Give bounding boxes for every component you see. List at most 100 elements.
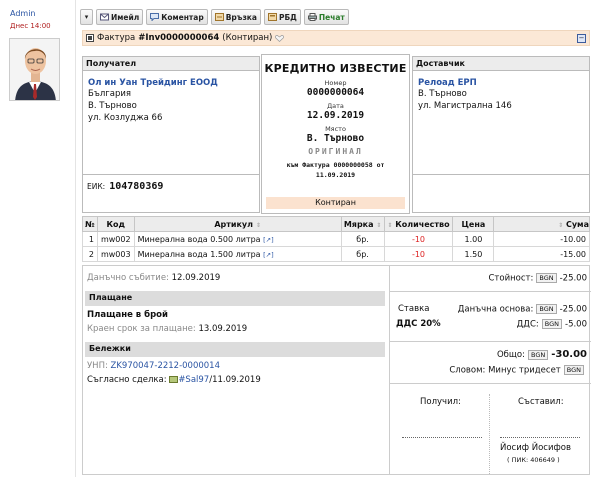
place-value: В. Търново <box>306 133 365 144</box>
col-header-unit[interactable]: Мярка ⇕ <box>340 216 385 232</box>
main-content: ▾ Имейл Коментар Връзка РБД Печат Фактур… <box>80 0 598 477</box>
deal-date: /11.09.2019 <box>209 375 261 385</box>
number-label: Номер <box>324 79 347 87</box>
col-header-sum-label: Сума <box>565 219 589 229</box>
printer-icon <box>307 13 317 21</box>
author-name-link[interactable]: Admin <box>10 9 36 18</box>
recipient-city: В. Търново <box>88 101 137 111</box>
base-label: Данъчна основа: <box>457 304 534 315</box>
more-options-button[interactable]: ▾ <box>80 9 93 25</box>
comment-button[interactable]: Коментар <box>146 9 208 25</box>
unp-link[interactable]: ZK970047-2212-0000014 <box>111 361 220 371</box>
col-header-qty-label: Количество <box>395 219 450 229</box>
currency-badge: BGN <box>563 365 584 375</box>
author-time: Днес 14:00 <box>10 22 51 30</box>
col-header-unit-label: Мярка <box>343 219 374 229</box>
collapse-button[interactable]: − <box>577 34 586 43</box>
recipient-street: ул. Козлуджа 66 <box>88 113 163 123</box>
reference-line-1: към Фактура 0000000058 от <box>286 161 385 169</box>
deal-link[interactable]: #Sal97 <box>178 375 209 385</box>
payment-method: Плащане в брой <box>87 310 168 320</box>
supplier-name-link[interactable]: Релоад ЕРП <box>418 78 589 88</box>
eik-label: ЕИК: <box>87 182 106 191</box>
row-item: Минерална вода 0.500 литра [↗] <box>133 231 342 247</box>
col-header-qty[interactable]: ⇕ Количество <box>383 216 454 232</box>
total-amount: -30.00 <box>551 349 587 360</box>
composer-pik: ( ПИК: 406649 ) <box>507 456 560 464</box>
document-icon <box>86 34 94 42</box>
supplier-eik <box>413 174 589 212</box>
supplier-header: Доставчик <box>413 57 589 71</box>
col-header-price: Цена <box>452 216 495 232</box>
chevron-down-icon: ▾ <box>84 13 89 21</box>
date-value: 12.09.2019 <box>306 110 365 121</box>
due-date: Краен срок за плащане: 13.09.2019 <box>87 324 247 334</box>
sort-icon: ⇕ <box>376 221 382 229</box>
print-button[interactable]: Печат <box>303 9 349 25</box>
base-amount: -25.00 <box>559 304 587 315</box>
words-label: Словом: <box>449 365 486 376</box>
link-button[interactable]: Връзка <box>210 9 261 25</box>
doc-number: #Inv0000000064 <box>138 33 220 43</box>
place-label: Място <box>325 125 346 133</box>
heart-icon[interactable] <box>275 34 285 42</box>
recipient-country: България <box>88 89 131 99</box>
invoice-reference: към Фактура 0000000058 от 11.09.2019 <box>262 160 409 180</box>
items-table: № Код Артикул ⇕ Мярка ⇕ ⇕ Количество Цен… <box>82 216 590 262</box>
col-header-sum[interactable]: ⇕ Сума <box>493 216 590 232</box>
external-link-icon[interactable]: [↗] <box>263 251 274 259</box>
link-icon <box>214 13 224 21</box>
due-value: 13.09.2019 <box>198 324 248 334</box>
recipient-name-link[interactable]: Ол ин Уан Трейдинг ЕООД <box>88 78 259 88</box>
row-sum: -15.00 <box>493 246 590 262</box>
number-value: 0000000064 <box>306 87 365 98</box>
composed-signature-line <box>500 437 580 438</box>
col-header-item[interactable]: Артикул ⇕ <box>133 216 342 232</box>
document-header-box: КРЕДИТНО ИЗВЕСТИЕ Номер 0000000064 Дата … <box>261 54 410 214</box>
summary-section: Данъчно събитие: 12.09.2019 Плащане Плащ… <box>82 265 591 475</box>
row-sum: -10.00 <box>493 231 590 247</box>
row-unit: бр. <box>340 231 385 247</box>
rate-label: Ставка <box>398 304 430 314</box>
value-line: Стойност: BGN -25.00 <box>488 273 587 284</box>
currency-badge: BGN <box>527 349 549 360</box>
eik-value: 104780369 <box>109 181 164 192</box>
reference-line-2: 11.09.2019 <box>315 171 356 179</box>
deal-icon <box>169 376 179 383</box>
recipient-eik: ЕИК: 104780369 <box>83 174 259 212</box>
email-button-label: Имейл <box>111 12 140 22</box>
email-icon <box>100 13 109 21</box>
total-label: Общо: <box>496 350 525 360</box>
link-button-label: Връзка <box>225 12 257 22</box>
rbd-button-label: РБД <box>278 12 297 22</box>
unp-line: УНП: ZK970047-2212-0000014 <box>87 361 220 371</box>
toolbar: ▾ Имейл Коментар Връзка РБД Печат <box>80 9 349 26</box>
row-qty: -10 <box>383 231 454 247</box>
vat-amount: -5.00 <box>565 319 587 330</box>
composed-label: Съставил: <box>518 397 564 407</box>
row-price: 1.50 <box>452 246 495 262</box>
external-link-icon[interactable]: [↗] <box>263 236 274 244</box>
row-item-name: Минерална вода 1.500 литра <box>137 249 261 259</box>
rbd-button[interactable]: РБД <box>263 9 301 25</box>
document-title: КРЕДИТНО ИЗВЕСТИЕ <box>264 62 407 75</box>
original-mark: ОРИГИНАЛ <box>308 147 363 156</box>
row-code: mw003 <box>96 246 135 262</box>
email-button[interactable]: Имейл <box>96 9 144 25</box>
document-titlebar: Фактура #Inv0000000064 (Контиран) − <box>82 30 590 46</box>
page: Admin Днес 14:00 ▾ Имейл Коментар Връзка… <box>0 0 600 477</box>
table-header-row: № Код Артикул ⇕ Мярка ⇕ ⇕ Количество Цен… <box>82 216 590 232</box>
divider <box>390 341 591 342</box>
vat-label: ДДС: <box>516 319 539 330</box>
row-qty: -10 <box>383 246 454 262</box>
row-number: 1 <box>82 231 98 247</box>
comment-icon <box>150 13 160 21</box>
supplier-box: Доставчик Релоад ЕРП В. Търново ул. Маги… <box>412 56 590 213</box>
due-label: Краен срок за плащане: <box>87 324 196 334</box>
currency-badge: BGN <box>536 304 557 314</box>
status-badge: Контиран <box>266 197 405 209</box>
base-line: Данъчна основа: BGN -25.00 <box>458 304 587 315</box>
words-value: Минус тридесет <box>488 365 561 376</box>
comment-button-label: Коментар <box>161 12 204 22</box>
doc-type-label: Фактура <box>97 33 136 43</box>
